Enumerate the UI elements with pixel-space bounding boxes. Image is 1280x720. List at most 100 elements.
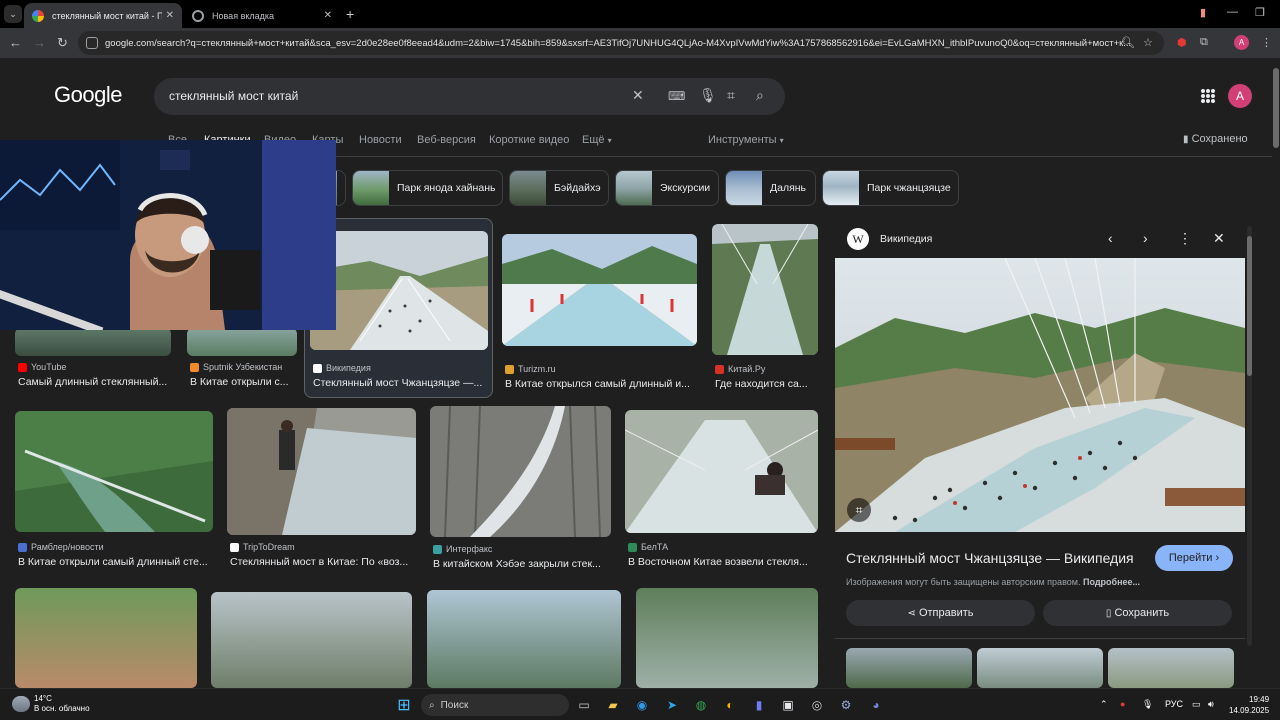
search-box[interactable]: стеклянный мост китай ✕ ⌨ 🎙︎ ⌗ ⌕ [154,78,785,115]
chrome-icon[interactable]: ◍ [691,695,711,715]
visit-button[interactable]: Перейти › [1155,545,1233,571]
file-explorer-icon[interactable]: ▰ [603,695,623,715]
display-icon[interactable]: ▭ [1192,699,1201,710]
related-image[interactable] [977,648,1103,688]
chip-excursions[interactable]: Экскурсии [615,170,719,206]
share-button[interactable]: ⋖ Отправить [846,600,1035,626]
tab-short-videos[interactable]: Короткие видео [489,134,569,146]
more-options-icon[interactable]: ⋮ [1178,230,1192,247]
tab-google-search[interactable]: стеклянный мост китай - Пои ✕ [24,3,182,28]
result-thumbnail[interactable] [712,224,818,355]
previous-image-icon[interactable]: ‹ [1108,230,1113,246]
discord-icon[interactable]: ◕ [866,695,886,715]
search-icon[interactable]: ⌕ [756,87,764,104]
chip-yanoda-park[interactable]: Парк янода хайнань [352,170,503,206]
result-title[interactable]: Где находится са... [715,378,819,390]
page-scrollbar[interactable] [1272,58,1280,688]
taskbar-search[interactable]: ⌕ Поиск [421,694,569,716]
tab-news[interactable]: Новости [359,134,402,146]
result-title[interactable]: Стеклянный мост Чжанцзяцзе —... [313,377,489,389]
close-panel-icon[interactable]: ✕ [1213,230,1225,247]
learn-more-link[interactable]: Подробнее... [1083,577,1140,587]
clear-search-icon[interactable]: ✕ [632,87,644,104]
tools-button[interactable]: Инструменты ▾ [708,134,784,146]
result-title[interactable]: Стеклянный мост в Китае: По «воз... [230,556,416,568]
stats-app-icon[interactable]: ▮ [749,695,769,715]
image-result[interactable]: Интерфакс В китайском Хэбэе закрыли стек… [430,406,614,576]
related-image[interactable] [846,648,972,688]
image-result[interactable]: БелТА В Восточном Китае возвели стекля..… [625,410,821,576]
weather-widget[interactable]: 14°C В осн. облачно [12,694,90,714]
browser-profile-avatar[interactable]: A [1234,35,1249,50]
chip-zhangjiajie-park[interactable]: Парк чжанцзяцзе [822,170,959,206]
notes-app-icon[interactable]: ▣ [778,695,798,715]
browser-menu-icon[interactable]: ⋮ [1261,36,1272,49]
search-query[interactable]: стеклянный мост китай [169,89,298,103]
maximize-icon[interactable]: ❐ [1255,6,1265,19]
result-title[interactable]: В Восточном Китае возвели стекля... [628,556,818,568]
result-thumbnail[interactable] [15,588,197,688]
result-thumbnail[interactable] [15,328,171,356]
microphone-tray-icon[interactable]: 🎙︎ [1142,699,1153,710]
tab-more[interactable]: Ещё ▾ [582,134,612,146]
result-thumbnail[interactable] [187,328,297,356]
result-title[interactable]: В китайском Хэбэе закрыли стек... [433,558,611,570]
system-clock[interactable]: 19:49 14.09.2025 [1229,694,1269,716]
image-result[interactable]: Sputnik Узбекистан В Китае открыли с... [187,328,297,390]
address-bar[interactable]: google.com/search?q=стеклянный+мост+кита… [78,31,1164,55]
google-account-avatar[interactable]: A [1228,84,1252,108]
tab-web[interactable]: Веб-версия [417,134,476,146]
result-thumbnail[interactable] [502,234,697,346]
tab-close-icon[interactable]: ✕ [324,10,332,21]
microphone-icon[interactable]: 🎙︎ [699,87,717,104]
keyboard-icon[interactable]: ⌨ [668,89,685,103]
chip-dalian[interactable]: Далянь [725,170,816,206]
tray-app-icon[interactable]: ● [1120,699,1125,709]
obs-icon[interactable]: ◎ [807,695,827,715]
saved-button[interactable]: ▮ Сохранено [1183,133,1248,145]
forward-arrow-icon[interactable]: → [33,35,46,50]
google-logo[interactable]: Google [54,82,122,108]
page-scroll-thumb[interactable] [1273,68,1279,148]
tab-search-button[interactable]: ⌄ [4,5,22,23]
url-text[interactable]: google.com/search?q=стеклянный+мост+кита… [105,38,1164,49]
panel-scrollbar[interactable] [1247,226,1252,646]
google-apps-icon[interactable] [1201,89,1215,103]
panel-source[interactable]: W Википедия [847,228,932,250]
new-tab-plus-icon[interactable]: + [346,6,354,22]
result-thumbnail[interactable] [427,590,621,688]
preview-image[interactable]: ⌗ [835,258,1245,532]
steam-icon[interactable]: ⚙ [836,695,856,715]
volume-icon[interactable]: 🔊︎ [1208,699,1214,710]
edge-icon[interactable]: ◉ [632,695,652,715]
result-thumbnail[interactable] [430,406,611,537]
panel-scroll-thumb[interactable] [1247,236,1252,376]
result-thumbnail[interactable] [211,592,412,688]
bookmark-star-icon[interactable]: ☆ [1143,36,1153,49]
yandex-browser-icon[interactable]: ◐ [720,695,740,715]
preview-title[interactable]: Стеклянный мост Чжанцзяцзе — Википедия [846,550,1134,566]
result-title[interactable]: В Китае открыли с... [190,376,298,388]
result-title[interactable]: В Китае открылся самый длинный и... [505,378,695,390]
image-result[interactable]: YouTube Самый длинный стеклянный... [15,328,175,390]
extensions-puzzle-icon[interactable]: ⧉ [1200,36,1208,49]
related-image[interactable] [1108,648,1234,688]
telegram-icon[interactable]: ➤ [662,695,682,715]
result-thumbnail[interactable] [227,408,416,535]
result-thumbnail[interactable] [15,411,213,532]
next-image-icon[interactable]: › [1143,230,1148,246]
image-result[interactable]: Китай.Ру Где находится са... [712,224,822,394]
tray-expand-icon[interactable]: ⌃ [1100,699,1108,710]
result-thumbnail[interactable] [310,231,488,350]
site-info-icon[interactable] [86,37,98,49]
image-result[interactable]: Рамблер/новости В Китае открыли самый дл… [15,411,215,576]
image-result[interactable]: Turizm.ru В Китае открылся самый длинный… [502,234,702,394]
chip-beidaihe[interactable]: Бэйдайхэ [509,170,609,206]
windows-start-icon[interactable]: ⊞ [394,695,414,715]
camera-lens-icon[interactable]: ⌗ [727,87,735,104]
save-button[interactable]: ▯ Сохранить [1043,600,1232,626]
extension-shield-icon[interactable]: ⬢ [1177,36,1187,49]
result-thumbnail[interactable] [636,588,818,688]
minimize-icon[interactable]: — [1227,6,1238,18]
task-view-icon[interactable]: ▭ [574,695,594,715]
